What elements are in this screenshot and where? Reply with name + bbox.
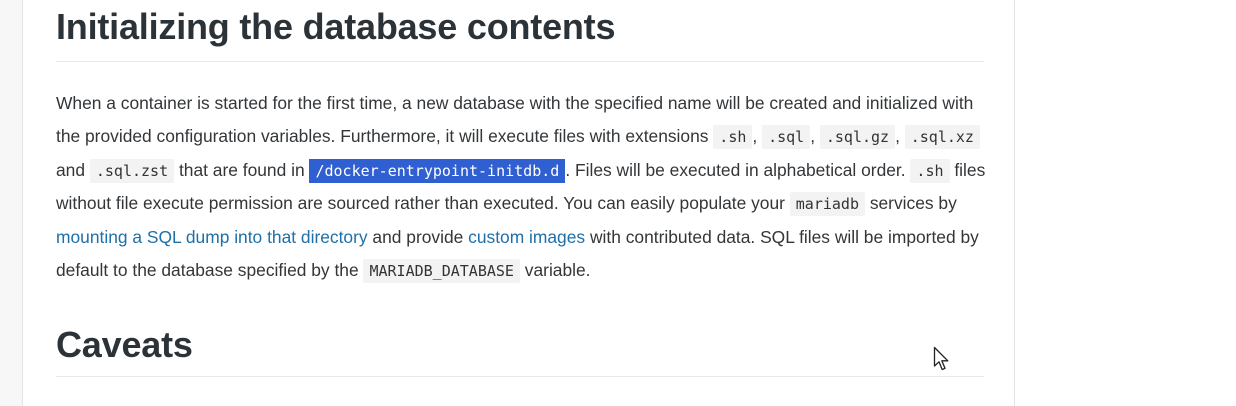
text-segment: . Files will be executed in alphabetical… — [565, 159, 911, 180]
code-sh: .sh — [910, 158, 950, 183]
code-ext-sql-gz: .sql.gz — [819, 124, 896, 149]
left-gutter — [0, 0, 22, 406]
text-segment: , — [895, 125, 905, 146]
text-segment: and provide — [367, 227, 469, 248]
link-custom-images[interactable]: custom images — [468, 227, 585, 247]
heading-rule — [56, 61, 984, 62]
code-ext-sql: .sql — [762, 124, 811, 149]
text-segment: and — [56, 159, 90, 180]
paragraph-initializing: When a container is started for the firs… — [56, 87, 992, 288]
heading-caveats: Caveats — [56, 323, 193, 365]
code-mariadb-database: MARIADB_DATABASE — [363, 258, 520, 283]
code-initdb-path-selected[interactable]: /docker-entrypoint-initdb.d — [309, 158, 566, 183]
page: Initializing the database contents When … — [0, 0, 1236, 406]
code-ext-sql-zst: .sql.zst — [89, 158, 175, 183]
link-mount-sql-dump[interactable]: mounting a SQL dump into that directory — [56, 227, 368, 247]
article-content: Initializing the database contents When … — [56, 0, 985, 377]
code-ext-sh: .sh — [713, 124, 753, 149]
text-segment: , — [810, 125, 820, 146]
text-segment: , — [752, 125, 763, 146]
code-mariadb: mariadb — [789, 192, 865, 217]
caveats-rule — [56, 375, 984, 377]
content-left-border — [22, 0, 23, 406]
text-segment: variable. — [519, 259, 591, 280]
content-right-border — [1014, 0, 1015, 406]
heading-initializing: Initializing the database contents — [56, 6, 616, 47]
code-ext-sql-xz: .sql.xz — [904, 124, 980, 149]
mouse-pointer-icon — [933, 346, 949, 371]
text-segment: that are found in — [174, 159, 310, 180]
text-segment: services by — [864, 193, 957, 214]
